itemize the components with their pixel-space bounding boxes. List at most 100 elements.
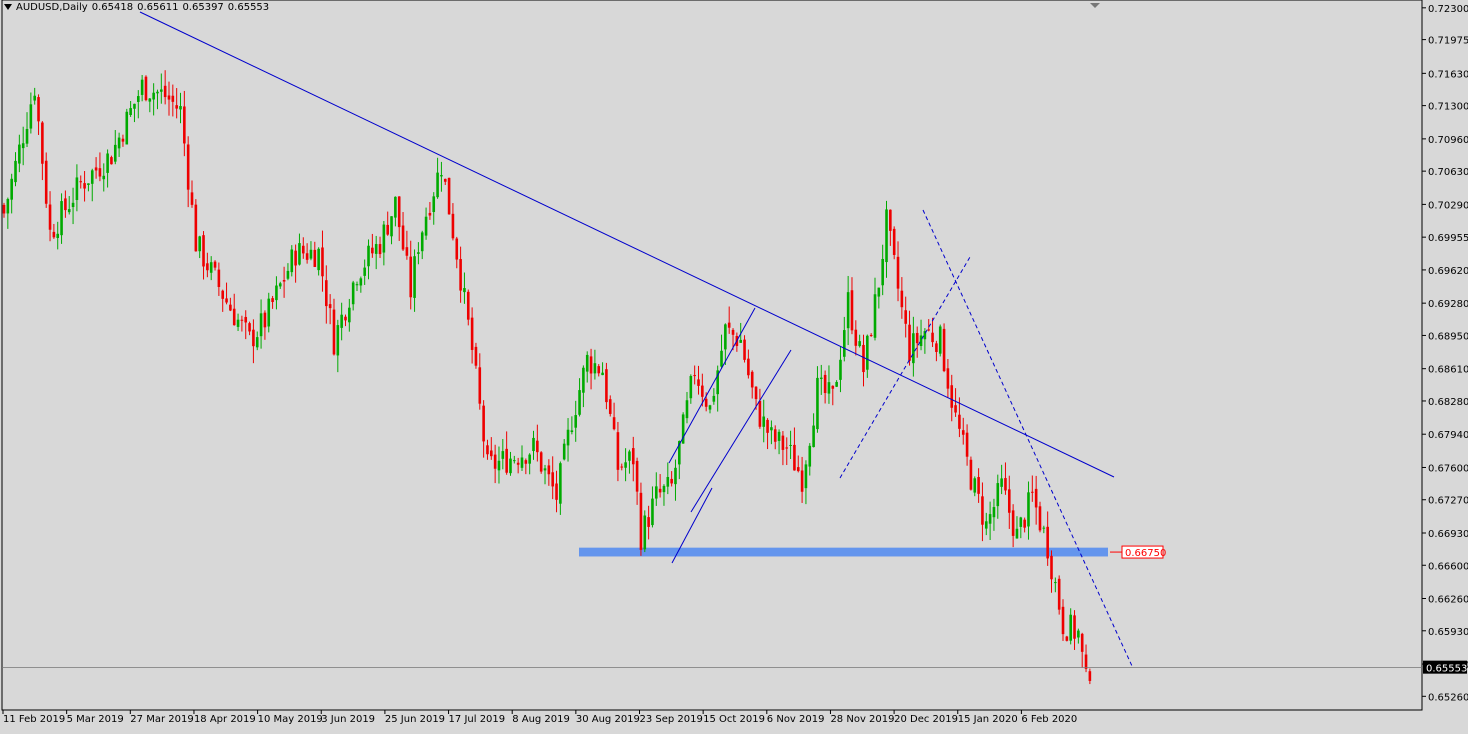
candle bbox=[658, 488, 662, 493]
candle bbox=[720, 350, 723, 367]
candle bbox=[75, 177, 79, 200]
candle bbox=[762, 416, 766, 427]
candle bbox=[743, 339, 746, 360]
candle bbox=[643, 515, 647, 550]
y-tick-label: 0.68950 bbox=[1428, 331, 1468, 342]
candle bbox=[513, 460, 516, 462]
x-tick-label: 28 Nov 2019 bbox=[830, 714, 894, 725]
candle bbox=[405, 247, 409, 256]
candle bbox=[401, 225, 405, 250]
ohlc-low: 0.65397 bbox=[182, 2, 224, 13]
candle bbox=[605, 369, 608, 403]
candle bbox=[754, 386, 758, 400]
y-tick-label: 0.69280 bbox=[1428, 299, 1468, 310]
candle bbox=[919, 335, 923, 347]
ohlc-close: 0.65553 bbox=[227, 2, 270, 13]
candle bbox=[83, 183, 86, 189]
candle bbox=[305, 253, 309, 260]
candle bbox=[727, 322, 731, 328]
candle bbox=[486, 445, 489, 455]
candle bbox=[750, 371, 754, 388]
candle bbox=[33, 95, 36, 101]
candle bbox=[186, 144, 190, 190]
candle bbox=[447, 177, 451, 215]
candle bbox=[831, 385, 835, 389]
candle bbox=[674, 467, 677, 485]
candle bbox=[232, 308, 236, 326]
candle bbox=[489, 450, 493, 457]
candle bbox=[64, 198, 67, 211]
candle bbox=[10, 178, 13, 200]
x-tick-label: 8 Aug 2019 bbox=[512, 714, 570, 725]
candle bbox=[236, 319, 240, 327]
candle bbox=[747, 358, 750, 376]
candle bbox=[1004, 478, 1007, 491]
candle bbox=[770, 427, 773, 431]
candle bbox=[862, 344, 865, 373]
candle bbox=[175, 105, 178, 109]
candle bbox=[355, 284, 359, 286]
candle bbox=[666, 477, 670, 487]
candle bbox=[60, 201, 63, 236]
candle bbox=[67, 209, 71, 213]
candle bbox=[1054, 582, 1057, 584]
candle bbox=[18, 144, 21, 164]
candle bbox=[1065, 636, 1069, 641]
candle bbox=[612, 417, 616, 430]
candle bbox=[160, 89, 163, 92]
candle bbox=[582, 367, 585, 393]
candle bbox=[938, 326, 942, 354]
candle bbox=[1000, 478, 1003, 487]
candle bbox=[873, 294, 877, 338]
x-tick-label: 23 Sep 2019 bbox=[640, 714, 703, 725]
candle bbox=[697, 379, 700, 386]
candle bbox=[823, 374, 827, 394]
candle bbox=[278, 283, 282, 287]
candle bbox=[731, 329, 735, 335]
candle bbox=[113, 144, 117, 162]
candle bbox=[190, 192, 194, 205]
candle bbox=[466, 291, 470, 320]
candle bbox=[229, 304, 232, 311]
dropdown-triangle-icon[interactable] bbox=[4, 4, 12, 10]
candle bbox=[766, 419, 769, 433]
y-tick-label: 0.67270 bbox=[1428, 496, 1468, 507]
candle bbox=[263, 312, 267, 328]
candle bbox=[869, 334, 873, 336]
candle bbox=[194, 204, 198, 252]
candle bbox=[793, 444, 796, 471]
candle bbox=[106, 153, 109, 173]
candle bbox=[839, 359, 842, 380]
candle bbox=[390, 216, 393, 237]
candle bbox=[689, 376, 693, 399]
x-tick-label: 15 Jan 2020 bbox=[958, 714, 1018, 725]
candle bbox=[163, 85, 167, 98]
candle bbox=[367, 245, 370, 267]
y-tick-label: 0.65260 bbox=[1428, 692, 1468, 703]
candle bbox=[267, 298, 271, 327]
candle bbox=[48, 204, 52, 230]
candle bbox=[371, 247, 374, 254]
x-tick-label: 25 Jun 2019 bbox=[385, 714, 445, 725]
candle bbox=[252, 329, 255, 347]
x-tick-label: 27 Mar 2019 bbox=[130, 714, 193, 725]
candle bbox=[25, 128, 29, 144]
candle bbox=[44, 160, 48, 204]
x-tick-label: 3 Jun 2019 bbox=[321, 714, 375, 725]
candle bbox=[90, 170, 94, 184]
candle bbox=[620, 466, 624, 468]
candle bbox=[578, 390, 581, 415]
y-tick-label: 0.71975 bbox=[1428, 36, 1468, 47]
candle bbox=[286, 270, 290, 279]
dashed-rising-line bbox=[839, 256, 971, 479]
candle bbox=[340, 314, 343, 328]
candle bbox=[1084, 654, 1088, 669]
candle bbox=[520, 457, 524, 468]
candle bbox=[858, 341, 861, 347]
candle bbox=[850, 290, 854, 331]
candle bbox=[129, 108, 132, 116]
candle bbox=[6, 198, 10, 214]
candle bbox=[436, 172, 439, 198]
candle bbox=[781, 435, 785, 450]
candle bbox=[950, 385, 954, 408]
